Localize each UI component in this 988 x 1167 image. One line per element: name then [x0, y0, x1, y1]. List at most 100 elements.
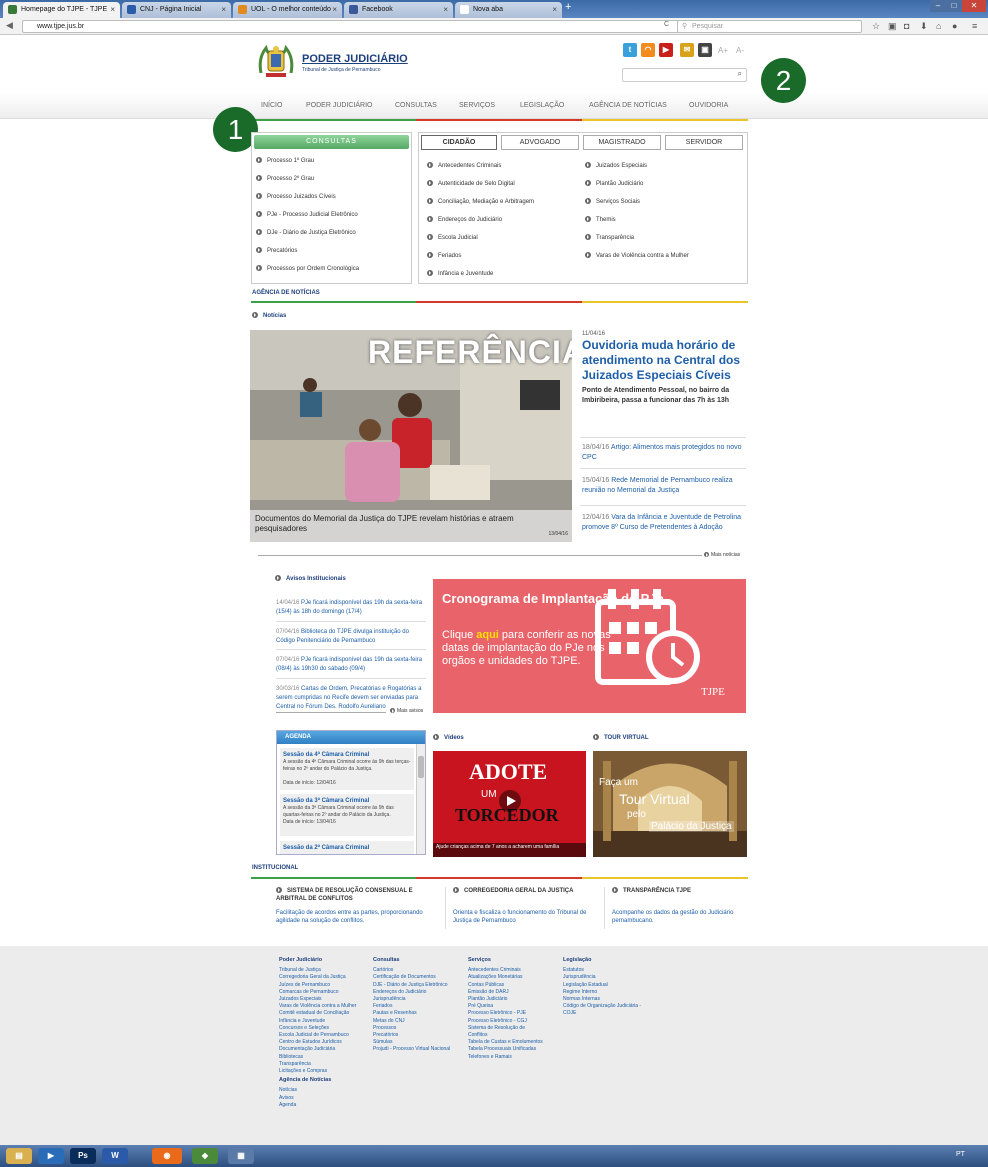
footer-link[interactable]: Súmulas	[373, 1039, 450, 1046]
cidadao-link[interactable]: Serviços Sociais	[585, 198, 640, 205]
reading-list-icon[interactable]: ▣	[888, 21, 897, 32]
aviso-item[interactable]: 07/04/16 Biblioteca do TJPE divulga inst…	[276, 628, 426, 646]
consultas-link-ordem-cronologica[interactable]: Processos por Ordem Cronológica	[256, 265, 359, 272]
tab-cidadao[interactable]: CIDADÃO	[421, 135, 497, 150]
home-icon[interactable]: ⌂	[936, 21, 941, 31]
menu-item-agencia-noticias[interactable]: AGÊNCIA DE NOTÍCIAS	[589, 102, 667, 109]
side-news-item[interactable]: 12/04/16 Vara da Infância e Juventude de…	[582, 513, 752, 533]
aviso-item[interactable]: 07/04/16 PJe ficará indisponível das 19h…	[276, 656, 426, 674]
browser-tab-tjpe[interactable]: Homepage do TJPE - TJPE ×	[3, 2, 120, 18]
font-increase-button[interactable]: A+	[718, 46, 728, 55]
footer-link[interactable]: Juizados Especiais	[279, 996, 356, 1003]
footer-link[interactable]: Concursos e Seleções	[279, 1025, 356, 1032]
consultas-link-processo-2-grau[interactable]: Processo 2º Grau	[256, 175, 314, 182]
footer-link[interactable]: Projudi - Processo Virtual Nacional	[373, 1046, 450, 1053]
new-tab-button[interactable]: +	[565, 1, 571, 13]
footer-link[interactable]: Notícias	[279, 1087, 356, 1094]
url-input[interactable]: www.tjpe.jus.br	[22, 20, 685, 33]
scrollbar-thumb[interactable]	[418, 756, 424, 778]
footer-link[interactable]: Código de Organização Judiciária -	[563, 1003, 641, 1010]
footer-link[interactable]: Avisos	[279, 1095, 356, 1102]
browser-tab-nova-aba[interactable]: Nova aba ×	[455, 2, 562, 18]
bookmark-star-icon[interactable]: ☆	[872, 21, 880, 32]
footer-link[interactable]: DJE - Diário de Justiça Eletrônico	[373, 982, 450, 989]
footer-link[interactable]: Documentação Judiciária	[279, 1046, 356, 1053]
footer-link[interactable]: Corregedoria Geral da Justiça	[279, 974, 356, 981]
footer-link[interactable]: Plantão Judiciário	[468, 996, 543, 1003]
cidadao-link[interactable]: Varas de Violência contra a Mulher	[585, 252, 689, 259]
rss-icon[interactable]: ◠	[641, 43, 655, 57]
menu-item-inicio[interactable]: INÍCIO	[261, 102, 282, 109]
app-icon[interactable]: ◆	[192, 1148, 218, 1164]
back-icon[interactable]: ◀	[6, 20, 13, 31]
footer-link[interactable]: Escola Judicial de Pernambuco	[279, 1032, 356, 1039]
photoshop-icon[interactable]: Ps	[70, 1148, 96, 1164]
footer-link[interactable]: Metas do CNJ	[373, 1018, 450, 1025]
agencia-section-header[interactable]: AGÊNCIA DE NOTÍCIAS	[252, 290, 320, 296]
footer-link[interactable]: Estatutos	[563, 967, 641, 974]
consultas-link-dje[interactable]: DJe - Diário de Justiça Eletrônico	[256, 229, 356, 236]
agenda-scrollbar[interactable]	[416, 744, 425, 854]
footer-link[interactable]: Precatórios	[373, 1032, 450, 1039]
cidadao-link[interactable]: Antecedentes Criminais	[427, 162, 501, 169]
close-window-button[interactable]: ✕	[962, 0, 986, 12]
footer-link[interactable]: Tribunal de Justiça	[279, 967, 356, 974]
firefox-icon[interactable]: ◉	[152, 1148, 182, 1164]
footer-link[interactable]: Processo Eletrônico - CGJ	[468, 1018, 543, 1025]
side-news-item[interactable]: 18/04/16 Artigo: Alimentos mais protegid…	[582, 443, 752, 463]
footer-link[interactable]: Telefones e Ramais	[468, 1054, 543, 1061]
cidadao-link[interactable]: Transparência	[585, 234, 634, 241]
file-explorer-icon[interactable]: ▤	[6, 1148, 32, 1164]
close-tab-icon[interactable]: ×	[110, 2, 115, 17]
footer-link[interactable]: Endereços do Judiciário	[373, 989, 450, 996]
youtube-icon[interactable]: ▶	[659, 43, 673, 57]
footer-link[interactable]: Contas Públicas	[468, 982, 543, 989]
footer-link[interactable]: Normas Internas	[563, 996, 641, 1003]
institucional-header[interactable]: INSTITUCIONAL	[252, 865, 298, 871]
consultas-link-juizados-civeis[interactable]: Processo Juizados Cíveis	[256, 193, 336, 200]
tab-magistrado[interactable]: MAGISTRADO	[583, 135, 661, 150]
footer-link[interactable]: Cartórios	[373, 967, 450, 974]
coat-of-arms-logo[interactable]	[256, 43, 296, 81]
footer-link[interactable]: Legislação Estadual	[563, 982, 641, 989]
menu-item-ouvidoria[interactable]: OUVIDORIA	[689, 102, 728, 109]
close-tab-icon[interactable]: ×	[332, 2, 337, 17]
footer-link[interactable]: Sistema de Resolução de	[468, 1025, 543, 1032]
close-tab-icon[interactable]: ×	[221, 2, 226, 17]
footer-link[interactable]: Certificação de Documentos	[373, 974, 450, 981]
consultas-link-processo-1-grau[interactable]: Processo 1º Grau	[256, 157, 314, 164]
footer-link[interactable]: Comitê estadual de Conciliação	[279, 1010, 356, 1017]
cidadao-link[interactable]: Endereços do Judiciário	[427, 216, 502, 223]
menu-item-consultas[interactable]: CONSULTAS	[395, 102, 437, 109]
close-tab-icon[interactable]: ×	[552, 2, 557, 17]
locale-indicator[interactable]: PT	[956, 1151, 965, 1158]
footer-link[interactable]: Emissão de DARJ	[468, 989, 543, 996]
consultas-link-pje[interactable]: PJe - Processo Judicial Eletrônico	[256, 211, 358, 218]
footer-link[interactable]: Transparência	[279, 1061, 356, 1068]
cidadao-link[interactable]: Escola Judicial	[427, 234, 478, 241]
agenda-item[interactable]: Sessão da 4ª Câmara Criminal A sessão da…	[280, 748, 414, 790]
word-icon[interactable]: W	[102, 1148, 128, 1164]
footer-link[interactable]: Tabela Processuais Unificadas	[468, 1046, 543, 1053]
mais-avisos-link[interactable]: Mais avisos	[390, 708, 423, 714]
footer-link[interactable]: Tabela de Custas e Emolumentos	[468, 1039, 543, 1046]
footer-link[interactable]: Juízes de Pernambuco	[279, 982, 356, 989]
site-brand-link[interactable]: PODER JUDICIÁRIO	[302, 53, 408, 65]
consultas-link-precatorios[interactable]: Precatórios	[256, 247, 297, 254]
lock-icon[interactable]: ▣	[698, 43, 712, 57]
pocket-icon[interactable]: ◘	[904, 21, 909, 31]
footer-link[interactable]: Pautas e Resenhas	[373, 1010, 450, 1017]
font-decrease-button[interactable]: A-	[736, 46, 744, 55]
browser-search-input[interactable]: ⚲ Pesquisar	[677, 20, 862, 33]
footer-link[interactable]: Pré Queixa	[468, 1003, 543, 1010]
inst-corregedoria-link[interactable]: CORREGEDORIA GERAL DA JUSTIÇA	[453, 887, 603, 895]
inst-transparencia-link[interactable]: TRANSPARÊNCIA TJPE	[612, 887, 752, 895]
agenda-item[interactable]: Sessão da 2ª Câmara Criminal	[280, 841, 414, 854]
footer-link[interactable]: Regime Interno	[563, 989, 641, 996]
cidadao-link[interactable]: Themis	[585, 216, 616, 223]
cidadao-link[interactable]: Plantão Judiciário	[585, 180, 643, 187]
footer-link[interactable]: Jurisprudência	[563, 974, 641, 981]
email-icon[interactable]: ✉	[680, 43, 694, 57]
browser-tab-uol[interactable]: UOL - O melhor conteúdo ×	[233, 2, 342, 18]
footer-link[interactable]: Feriados	[373, 1003, 450, 1010]
